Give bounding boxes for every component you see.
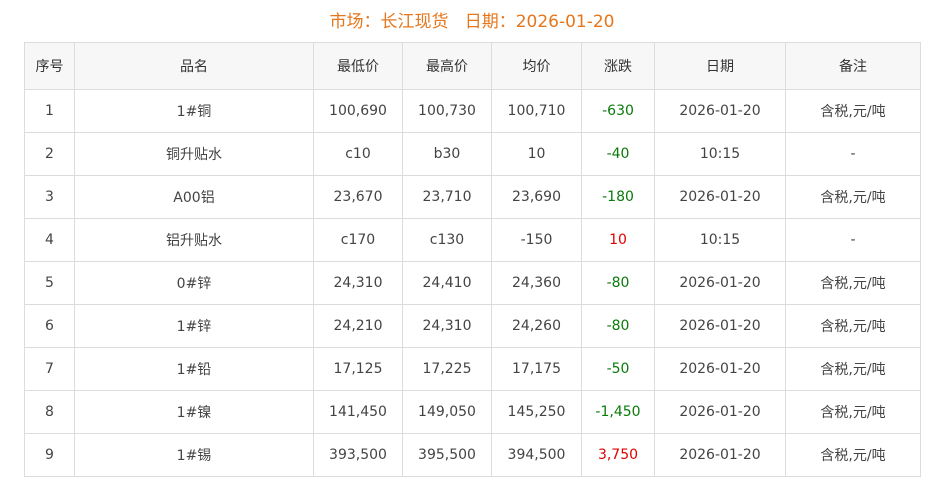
cell-note: - [785, 218, 921, 262]
cell-low-price: 24,210 [313, 304, 403, 348]
table-row: 5 0#锌 24,310 24,410 24,360 -80 2026-01-20 含税,元/… [24, 261, 921, 305]
table-row: 6 1#锌 24,210 24,310 24,260 -80 2026-01-20 含税,元/… [24, 304, 921, 348]
table-row: 7 1#铅 17,125 17,225 17,175 -50 2026-01-20 含税,元/… [24, 347, 921, 391]
cell-date: 2026-01-20 [654, 261, 786, 305]
column-header-change: 涨跌 [581, 42, 655, 90]
cell-no: 1 [24, 89, 75, 133]
cell-name: 铜升贴水 [74, 132, 314, 176]
cell-note: 含税,元/吨 [785, 433, 921, 477]
market-label: 市场：长江现货 [329, 12, 449, 32]
cell-high-price: c130 [402, 218, 492, 262]
cell-name: 0#锌 [74, 261, 314, 305]
cell-low-price: 17,125 [313, 347, 403, 391]
cell-date: 2026-01-20 [654, 175, 786, 219]
cell-date: 10:15 [654, 218, 786, 262]
cell-note: 含税,元/吨 [785, 304, 921, 348]
cell-name: A00铝 [74, 175, 314, 219]
cell-high-price: 395,500 [402, 433, 492, 477]
cell-low-price: c170 [313, 218, 403, 262]
cell-avg-price: 145,250 [491, 390, 582, 434]
cell-avg-price: 17,175 [491, 347, 582, 391]
cell-no: 5 [24, 261, 75, 305]
cell-change: -1,450 [581, 390, 655, 434]
price-table: 序号 品名 最低价 最高价 均价 涨跌 日期 备注 1 1#铜 100,690 100… [24, 42, 921, 477]
cell-avg-price: 24,360 [491, 261, 582, 305]
cell-no: 8 [24, 390, 75, 434]
cell-high-price: 24,410 [402, 261, 492, 305]
cell-note: 含税,元/吨 [785, 89, 921, 133]
table-row: 2 铜升贴水 c10 b30 10 -40 10:15- [24, 132, 921, 176]
cell-no: 7 [24, 347, 75, 391]
cell-change: -630 [581, 89, 655, 133]
cell-note: 含税,元/吨 [785, 347, 921, 391]
cell-note: 含税,元/吨 [785, 261, 921, 305]
cell-date: 2026-01-20 [654, 304, 786, 348]
cell-change: -50 [581, 347, 655, 391]
cell-high-price: 17,225 [402, 347, 492, 391]
cell-change: -40 [581, 132, 655, 176]
column-header-name: 品名 [74, 42, 314, 90]
cell-date: 2026-01-20 [654, 89, 786, 133]
table-row: 9 1#锡 393,500 395,500 394,500 3,750 2026-01-20… [24, 433, 921, 477]
column-header-note: 备注 [785, 42, 921, 90]
cell-low-price: 24,310 [313, 261, 403, 305]
column-header-high: 最高价 [402, 42, 492, 90]
cell-high-price: 100,730 [402, 89, 492, 133]
cell-change: -80 [581, 261, 655, 305]
cell-low-price: 393,500 [313, 433, 403, 477]
cell-change: 10 [581, 218, 655, 262]
cell-name: 1#锡 [74, 433, 314, 477]
cell-name: 1#铅 [74, 347, 314, 391]
cell-name: 铝升贴水 [74, 218, 314, 262]
table-row: 3 A00铝 23,670 23,710 23,690 -180 2026-01-20 含税,… [24, 175, 921, 219]
column-header-date: 日期 [654, 42, 786, 90]
cell-name: 1#铜 [74, 89, 314, 133]
cell-avg-price: 23,690 [491, 175, 582, 219]
cell-date: 2026-01-20 [654, 433, 786, 477]
cell-name: 1#镍 [74, 390, 314, 434]
cell-no: 6 [24, 304, 75, 348]
cell-no: 3 [24, 175, 75, 219]
table-header-row: 序号 品名 最低价 最高价 均价 涨跌 日期 备注 [24, 42, 921, 90]
cell-avg-price: 394,500 [491, 433, 582, 477]
cell-high-price: 23,710 [402, 175, 492, 219]
cell-low-price: 141,450 [313, 390, 403, 434]
cell-no: 9 [24, 433, 75, 477]
cell-note: 含税,元/吨 [785, 390, 921, 434]
cell-low-price: 23,670 [313, 175, 403, 219]
cell-date: 10:15 [654, 132, 786, 176]
column-header-avg: 均价 [491, 42, 582, 90]
date-label: 日期：2026-01-20 [464, 12, 615, 32]
cell-date: 2026-01-20 [654, 390, 786, 434]
page-title: 市场：长江现货 日期：2026-01-20 [0, 8, 944, 36]
column-header-no: 序号 [24, 42, 75, 90]
table-row: 1 1#铜 100,690 100,730 100,710 -630 2026-01-20 含… [24, 89, 921, 133]
cell-high-price: b30 [402, 132, 492, 176]
cell-name: 1#锌 [74, 304, 314, 348]
cell-avg-price: 10 [491, 132, 582, 176]
table-row: 4 铝升贴水 c170 c130 -150 10 10:15- [24, 218, 921, 262]
cell-no: 4 [24, 218, 75, 262]
cell-date: 2026-01-20 [654, 347, 786, 391]
cell-change: 3,750 [581, 433, 655, 477]
cell-avg-price: -150 [491, 218, 582, 262]
table-row: 8 1#镍 141,450 149,050 145,250 -1,450 2026-01-2… [24, 390, 921, 434]
cell-note: 含税,元/吨 [785, 175, 921, 219]
cell-change: -80 [581, 304, 655, 348]
cell-note: - [785, 132, 921, 176]
cell-avg-price: 100,710 [491, 89, 582, 133]
cell-avg-price: 24,260 [491, 304, 582, 348]
cell-low-price: c10 [313, 132, 403, 176]
cell-high-price: 24,310 [402, 304, 492, 348]
column-header-low: 最低价 [313, 42, 403, 90]
cell-change: -180 [581, 175, 655, 219]
cell-low-price: 100,690 [313, 89, 403, 133]
cell-no: 2 [24, 132, 75, 176]
table-body: 1 1#铜 100,690 100,730 100,710 -630 2026-01-20 含… [24, 89, 921, 477]
cell-high-price: 149,050 [402, 390, 492, 434]
